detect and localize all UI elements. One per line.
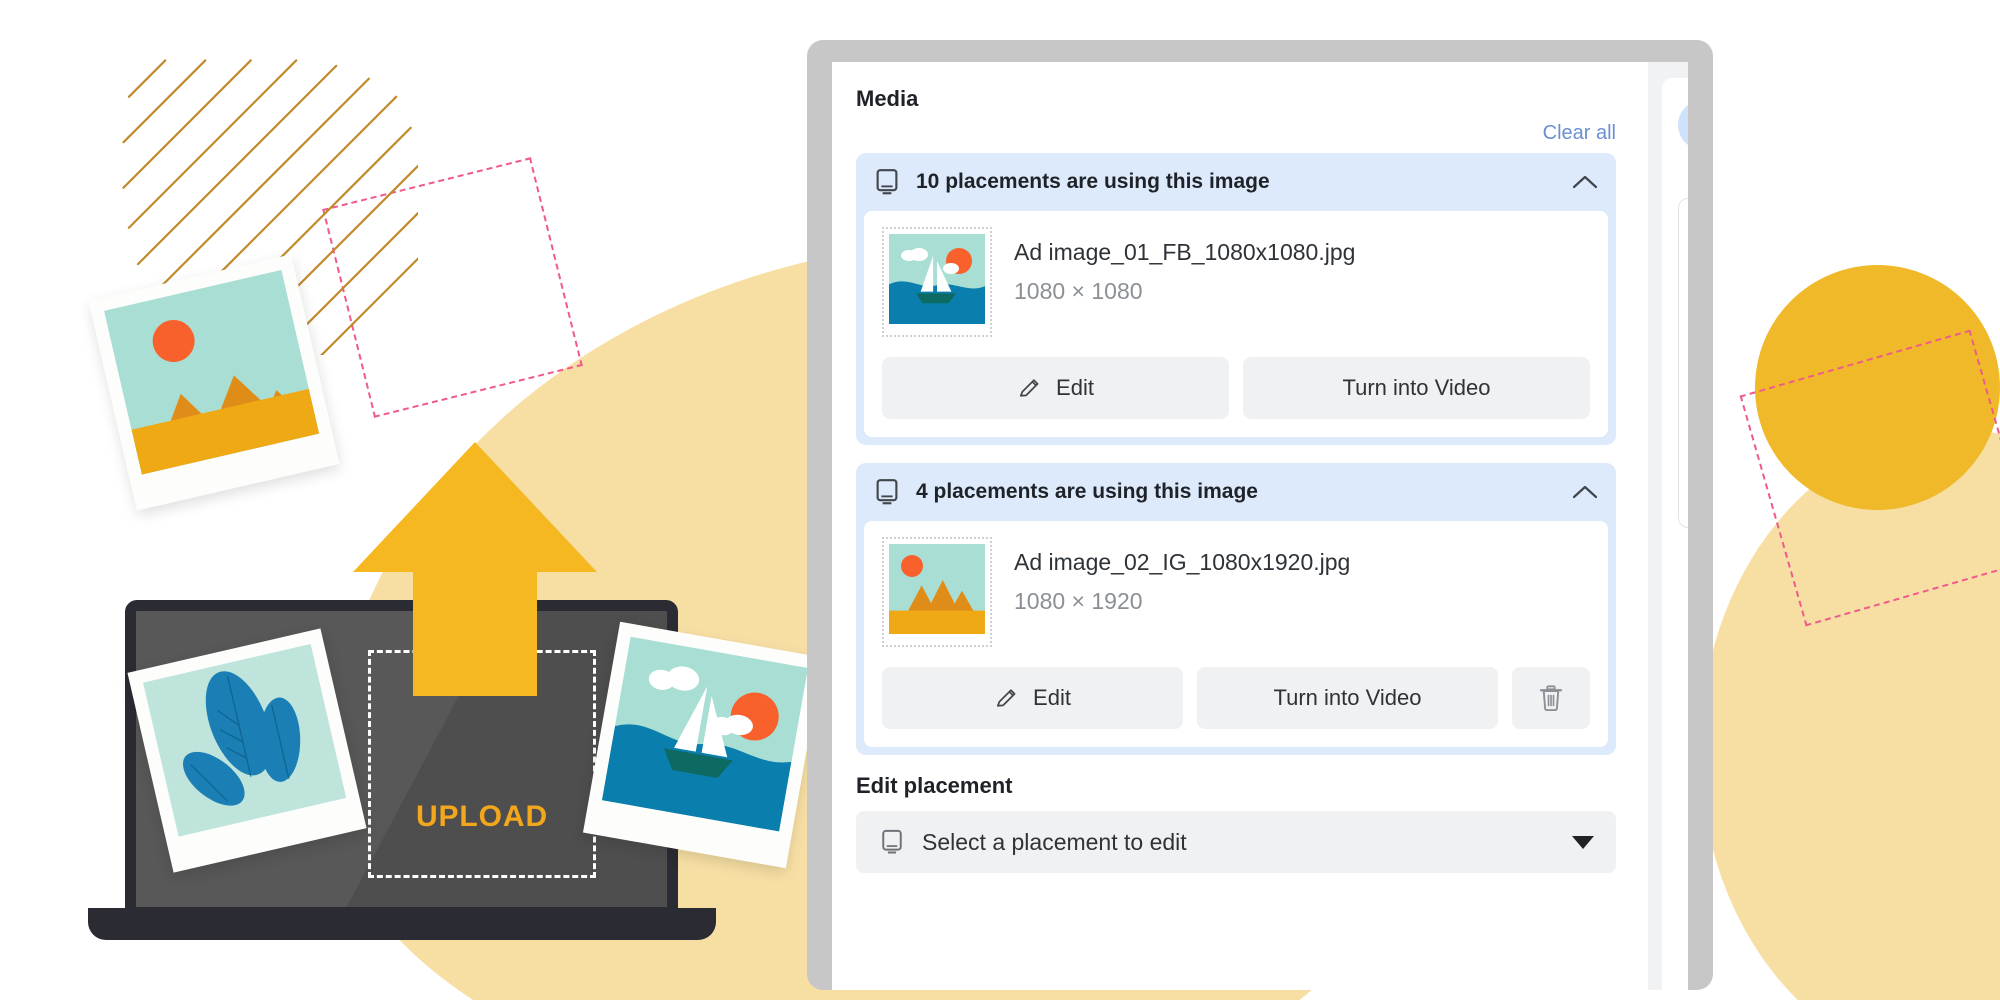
media-group-label: 4 placements are using this image <box>916 480 1258 503</box>
media-group: 4 placements are using this image Ad ima… <box>856 463 1616 755</box>
edit-button-label: Edit <box>1056 375 1094 400</box>
media-panel: Media Clear all 10 placements are using … <box>832 62 1640 990</box>
turn-into-video-button[interactable]: Turn into Video <box>1243 357 1590 419</box>
turn-into-video-label: Turn into Video <box>1273 685 1422 710</box>
monitor-icon <box>876 169 898 195</box>
clear-all-link[interactable]: Clear all <box>1543 122 1616 144</box>
media-card-actions: Edit Turn into Video <box>882 667 1590 729</box>
media-group-label: 10 placements are using this image <box>916 170 1270 193</box>
trash-icon <box>1539 685 1563 711</box>
monitor-icon <box>876 479 898 505</box>
caret-down-icon[interactable] <box>1572 835 1594 849</box>
placement-select[interactable]: Select a placement to edit <box>856 811 1616 873</box>
laptop-base <box>88 908 716 940</box>
app-window-frame: Media Clear all 10 placements are using … <box>807 40 1713 990</box>
media-dimensions: 1080 × 1080 <box>1014 278 1143 304</box>
media-file-name: Ad image_02_IG_1080x1920.jpg <box>1014 549 1351 575</box>
pink-dashed-square-left <box>322 157 583 418</box>
panel-divider <box>1640 62 1648 990</box>
media-group: 10 placements are using this image Ad im… <box>856 153 1616 445</box>
media-section-title: Media <box>856 86 919 111</box>
sailboat-photo <box>601 636 808 832</box>
upload-label: UPLOAD <box>415 800 549 833</box>
media-file-name: Ad image_01_FB_1080x1080.jpg <box>1014 239 1356 265</box>
preview-badge: 1 <box>1678 198 1688 528</box>
preview-card: 1 <box>1662 78 1688 990</box>
thumbnail-image <box>889 234 985 324</box>
leaf-photo <box>143 643 347 837</box>
media-group-header[interactable]: 10 placements are using this image <box>864 153 1608 211</box>
media-card-row: Ad image_01_FB_1080x1080.jpg 1080 × 1080 <box>882 227 1590 337</box>
media-dimensions: 1080 × 1920 <box>1014 588 1143 614</box>
media-card: Ad image_01_FB_1080x1080.jpg 1080 × 1080 <box>864 211 1608 437</box>
illustration-canvas: UPLOAD Media Clear all 10 placements are… <box>0 0 2000 1000</box>
media-group-header[interactable]: 4 placements are using this image <box>864 463 1608 521</box>
turn-into-video-label: Turn into Video <box>1342 375 1491 400</box>
edit-button[interactable]: Edit <box>882 667 1183 729</box>
media-card: Ad image_02_IG_1080x1920.jpg 1080 × 1920 <box>864 521 1608 747</box>
thumbnail-image <box>889 544 985 634</box>
monitor-icon <box>882 829 902 854</box>
clear-all-row: Clear all <box>856 122 1616 145</box>
edit-button[interactable]: Edit <box>882 357 1229 419</box>
preview-panel: 1 <box>1648 62 1688 990</box>
chevron-up-icon[interactable] <box>1572 174 1598 190</box>
media-card-meta: Ad image_01_FB_1080x1080.jpg 1080 × 1080 <box>1014 227 1355 305</box>
delete-button[interactable] <box>1512 667 1590 729</box>
sailboat-thumbnail[interactable] <box>882 227 992 337</box>
mountain-photo <box>104 269 320 475</box>
chevron-up-icon[interactable] <box>1572 484 1598 500</box>
edit-placement-label: Edit placement <box>856 773 1013 798</box>
media-card-actions: Edit Turn into Video <box>882 357 1590 419</box>
edit-button-label: Edit <box>1033 685 1071 710</box>
media-card-meta: Ad image_02_IG_1080x1920.jpg 1080 × 1920 <box>1014 537 1350 615</box>
app-window: Media Clear all 10 placements are using … <box>832 62 1688 990</box>
sand-blob-right <box>1700 430 2000 1000</box>
placement-select-value: Select a placement to edit <box>922 828 1187 855</box>
arrow-up-icon <box>353 442 597 696</box>
pencil-icon <box>996 689 1016 707</box>
sailboat-polaroid <box>582 621 824 869</box>
turn-into-video-button[interactable]: Turn into Video <box>1197 667 1498 729</box>
yellow-circle-shape <box>1755 265 2000 510</box>
pencil-icon <box>1019 379 1039 397</box>
sun-icon <box>148 315 199 366</box>
pyramids-thumbnail[interactable] <box>882 537 992 647</box>
preview-pill[interactable] <box>1678 100 1688 150</box>
mountain-polaroid <box>88 254 340 511</box>
media-card-row: Ad image_02_IG_1080x1920.jpg 1080 × 1920 <box>882 537 1590 647</box>
pink-dashed-square-right <box>1739 329 2000 627</box>
